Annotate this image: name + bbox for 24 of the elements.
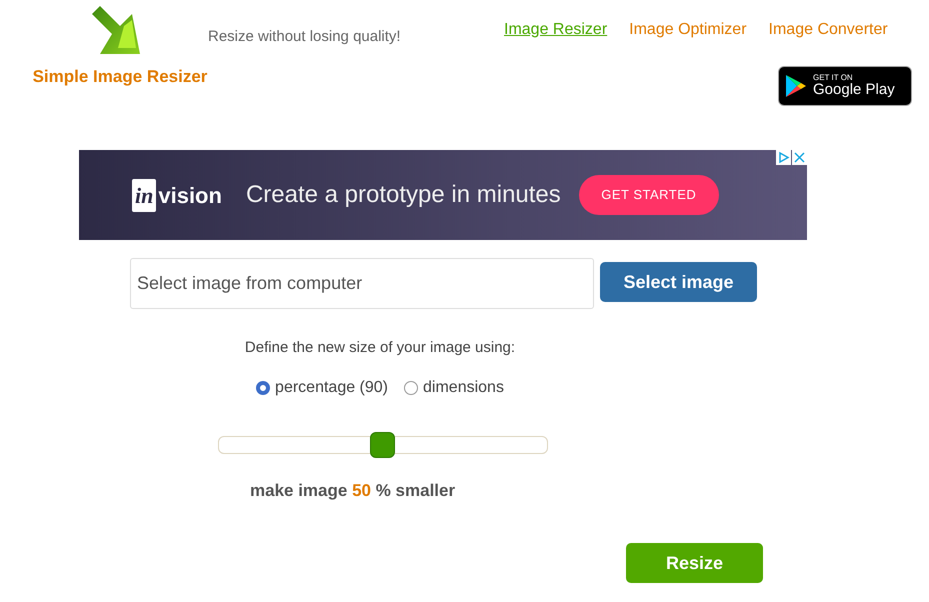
ad-choices-icon[interactable] bbox=[776, 150, 791, 165]
resize-button[interactable]: Resize bbox=[626, 543, 763, 583]
site-name-link[interactable]: Simple Image Resizer bbox=[32, 64, 208, 90]
badge-caption: GET IT ON bbox=[813, 74, 854, 82]
google-play-badge[interactable]: GET IT ON Google Play bbox=[778, 66, 912, 106]
resize-summary: make image 50 % smaller bbox=[250, 480, 456, 502]
nav-link[interactable]: Image Converter bbox=[768, 18, 888, 42]
radio-button[interactable] bbox=[256, 380, 270, 394]
tagline: Resize without losing quality! bbox=[208, 27, 401, 47]
select-image-button[interactable]: Select image bbox=[600, 262, 757, 302]
ad-brand-mark: in bbox=[132, 178, 156, 212]
radio-label: percentage (90) bbox=[275, 378, 388, 398]
ad-cta-button[interactable]: GET STARTED bbox=[578, 175, 719, 215]
nav-link[interactable]: Image Resizer bbox=[504, 18, 608, 42]
radio-button[interactable] bbox=[404, 380, 418, 394]
ad-brand-name: vision bbox=[158, 182, 222, 210]
resize-prompt: Define the new size of your image using: bbox=[244, 338, 516, 358]
radio-label: dimensions bbox=[423, 378, 504, 398]
slider-thumb[interactable] bbox=[370, 432, 395, 458]
nav-link[interactable]: Image Optimizer bbox=[629, 18, 747, 42]
play-triangle-icon bbox=[785, 74, 807, 98]
ad-headline: Create a prototype in minutes bbox=[246, 180, 561, 210]
file-path-field[interactable]: Select image from computer bbox=[130, 258, 594, 309]
badge-store-name: Google Play bbox=[813, 82, 895, 98]
